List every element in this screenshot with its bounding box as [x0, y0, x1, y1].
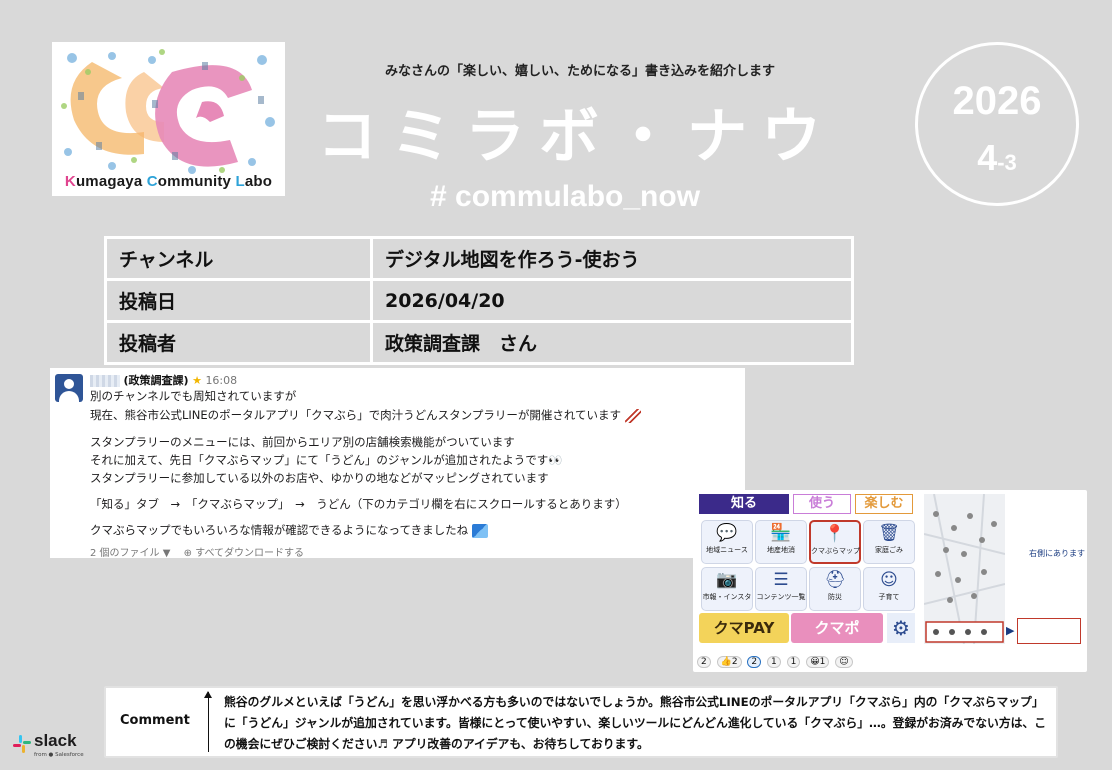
post-line: 現在、熊谷市公式LINEのポータルアプリ「クマぶら」で肉汁うどんスタンプラリーが…	[90, 407, 641, 423]
slack-wordmark: slack	[34, 731, 77, 750]
shop-icon: 🏪	[770, 523, 792, 543]
comment-text: 熊谷のグルメといえば「うどん」を思い浮かべる方も多いのではないでしょうか。熊谷市…	[224, 695, 1047, 751]
kumapay-banner[interactable]: クマPAY	[699, 613, 789, 643]
slack-post: (政策調査課) ★ 16:08 別のチャンネルでも周知されていますが 現在、熊谷…	[50, 368, 745, 559]
kumapo-banner[interactable]: クマポ	[791, 613, 883, 643]
kumagaya-community-labo-logo: Kumagaya Community Labo	[52, 42, 285, 196]
reaction[interactable]: 2	[697, 656, 711, 668]
eyes-emoji-icon: 👀	[548, 453, 563, 467]
files-bar[interactable]: 2 個のファイル ▼ ⊕ すべてダウンロードする	[90, 544, 304, 559]
post-line: クマぶらマップでもいろいろな情報が確認できるようになってきましたね	[90, 522, 488, 538]
arrow-up-icon	[204, 691, 212, 752]
tab-shiru[interactable]: 知る	[699, 494, 789, 514]
tile-kosodate[interactable]: ☺ 子育て	[863, 567, 915, 611]
date-month: 4-3	[977, 137, 1017, 178]
post-header: (政策調査課) ★ 16:08	[90, 372, 237, 388]
reaction[interactable]: 😀1	[806, 656, 830, 668]
comment-box: Comment 熊谷のグルメといえば「うどん」を思い浮かべる方も多いのではないで…	[104, 686, 1058, 758]
map-illustration	[924, 494, 1005, 644]
add-reaction-icon[interactable]: ☺	[835, 656, 853, 668]
kumapo-label: クマポ	[814, 619, 860, 637]
reaction[interactable]: 1	[786, 656, 801, 668]
channel-value: デジタル地図を作ろう-使おう	[370, 236, 854, 281]
post-time[interactable]: 16:08	[205, 374, 237, 387]
tile-katei-gomi[interactable]: 🗑 家庭ごみ	[863, 520, 915, 564]
category-highlight[interactable]	[1017, 618, 1081, 644]
page-title: コミラボ・ナウ	[317, 102, 835, 172]
scroll-arrow-icon: ▶	[1006, 624, 1015, 637]
post-line: 別のチャンネルでも周知されていますが	[90, 389, 297, 403]
date-row: 投稿日 2026/04/20	[104, 278, 854, 323]
star-icon: ★	[192, 374, 202, 387]
date-badge: 2026 4-3	[915, 42, 1079, 206]
map-pin-icon: 📍	[824, 524, 846, 544]
date-value: 2026/04/20	[370, 278, 854, 323]
post-line: 「知る」タブ → 「クマぶらマップ」 → うどん（下のカテゴリ欄を右にスクロール…	[90, 497, 627, 511]
redacted-name	[90, 375, 120, 387]
tile-contents-list[interactable]: ☰ コンテンツ一覧	[755, 567, 807, 611]
udon-emoji-icon	[624, 408, 641, 423]
wave-emoji-icon	[471, 523, 488, 538]
reaction[interactable]: 2	[747, 656, 762, 668]
tile-chisan-chisho[interactable]: 🏪 地産地消	[755, 520, 807, 564]
comment-label: Comment	[120, 713, 190, 728]
post-line: スタンプラリーのメニューには、前回からエリア別の店舗検索機能がついています	[90, 435, 515, 449]
reactions-bar: 2 👍2 2 1 1 😀1 ☺	[697, 656, 856, 668]
tile-bosai[interactable]: ⛑ 防災	[809, 567, 861, 611]
avatar[interactable]	[55, 374, 83, 402]
reaction[interactable]: 1	[767, 656, 781, 668]
child-icon: ☺	[880, 570, 898, 590]
logo-caption: Kumagaya Community Labo	[64, 173, 273, 190]
author-value: 政策調査課 さん	[370, 320, 854, 365]
channel-row: チャンネル デジタル地図を作ろう-使おう	[104, 236, 854, 281]
tab-tsukau[interactable]: 使う	[793, 494, 851, 514]
slack-icon	[13, 735, 31, 753]
post-info-table: チャンネル デジタル地図を作ろう-使おう 投稿日 2026/04/20 投稿者 …	[104, 236, 854, 365]
chat-icon: 💬	[716, 523, 738, 543]
reaction[interactable]: 👍2	[716, 656, 742, 668]
kumapay-label: クマPAY	[713, 619, 775, 637]
date-label: 投稿日	[104, 278, 373, 323]
map-view[interactable]	[924, 494, 1005, 644]
trash-icon: 🗑	[878, 523, 900, 543]
post-line: それに加えて、先日「クマぶらマップ」にて「うどん」のジャンルが追加されたようです…	[90, 453, 563, 467]
slack-logo: slack from ● Salesforce	[12, 731, 92, 764]
tile-chiiki-news[interactable]: 💬 地域ニュース	[701, 520, 753, 564]
scroll-note: 右側にあります	[1029, 549, 1085, 558]
channel-label: チャンネル	[104, 236, 373, 281]
settings-gear-icon[interactable]: ⚙	[887, 613, 915, 643]
hashtag: # commulabo_now	[430, 180, 701, 213]
post-line: スタンプラリーに参加している以外のお店や、ゆかりの地などがマッピングされています	[90, 471, 549, 485]
tile-shiho-insta[interactable]: 📷 市報・インスタ	[701, 567, 753, 611]
date-year: 2026	[952, 79, 1042, 123]
author-label: 投稿者	[104, 320, 373, 365]
list-icon: ☰	[773, 570, 789, 590]
tagline: みなさんの「楽しい、嬉しい、ためになる」書き込みを紹介します	[384, 64, 775, 79]
author-row: 投稿者 政策調査課 さん	[104, 320, 854, 365]
helmet-icon: ⛑	[824, 570, 846, 590]
camera-icon: 📷	[716, 570, 738, 590]
slack-sub: from ● Salesforce	[34, 752, 84, 758]
kumabura-app-screenshot: 知る 使う 楽しむ 💬 地域ニュース 🏪 地産地消 📍 クマぶらマップ 🗑 家庭ごみ 📷…	[693, 490, 1087, 672]
tile-kumabura-map[interactable]: 📍 クマぶらマップ	[809, 520, 861, 564]
author-name[interactable]: (政策調査課)	[124, 374, 189, 387]
category-strip[interactable]: 右側にあります	[1015, 494, 1085, 644]
tab-tanoshimu[interactable]: 楽しむ	[855, 494, 913, 514]
